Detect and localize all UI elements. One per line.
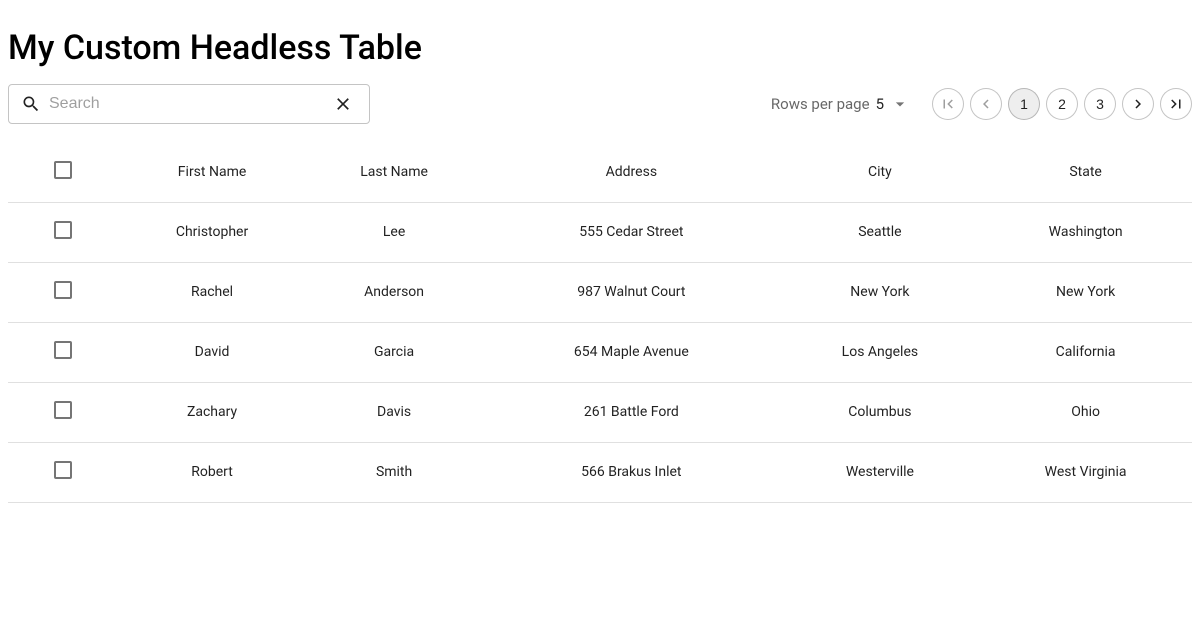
chevron-right-icon: [1129, 95, 1147, 113]
search-field[interactable]: [8, 84, 370, 124]
first-page-button[interactable]: [932, 88, 964, 120]
column-header-first-name[interactable]: First Name: [118, 142, 306, 202]
page-button-2[interactable]: 2: [1046, 88, 1078, 120]
cell-city: Columbus: [781, 382, 980, 442]
cell-last-name: Smith: [306, 442, 482, 502]
cell-address: 654 Maple Avenue: [482, 322, 780, 382]
rows-per-page-select[interactable]: 5: [876, 94, 910, 114]
cell-city: Westerville: [781, 442, 980, 502]
row-checkbox[interactable]: [54, 401, 72, 419]
pager-buttons: 1 2 3: [932, 88, 1192, 120]
close-icon: [333, 94, 353, 114]
page-button-3[interactable]: 3: [1084, 88, 1116, 120]
table-row: Christopher Lee 555 Cedar Street Seattle…: [8, 202, 1192, 262]
table-header-row: First Name Last Name Address City State: [8, 142, 1192, 202]
table-row: Rachel Anderson 987 Walnut Court New Yor…: [8, 262, 1192, 322]
select-all-checkbox[interactable]: [54, 161, 72, 179]
cell-first-name: Zachary: [118, 382, 306, 442]
cell-state: California: [979, 322, 1192, 382]
cell-last-name: Lee: [306, 202, 482, 262]
row-checkbox[interactable]: [54, 341, 72, 359]
data-table: First Name Last Name Address City State …: [8, 142, 1192, 503]
cell-address: 566 Brakus Inlet: [482, 442, 780, 502]
last-page-button[interactable]: [1160, 88, 1192, 120]
clear-search-button[interactable]: [329, 90, 357, 118]
cell-state: New York: [979, 262, 1192, 322]
next-page-button[interactable]: [1122, 88, 1154, 120]
page-title: My Custom Headless Table: [8, 28, 1192, 68]
cell-city: Seattle: [781, 202, 980, 262]
rows-per-page-label: Rows per page: [771, 95, 870, 113]
column-header-address[interactable]: Address: [482, 142, 780, 202]
select-all-header: [8, 142, 118, 202]
rows-per-page-value: 5: [876, 95, 884, 113]
cell-last-name: Anderson: [306, 262, 482, 322]
column-header-city[interactable]: City: [781, 142, 980, 202]
table-row: David Garcia 654 Maple Avenue Los Angele…: [8, 322, 1192, 382]
cell-city: New York: [781, 262, 980, 322]
search-input[interactable]: [41, 95, 329, 113]
cell-last-name: Davis: [306, 382, 482, 442]
last-page-icon: [1167, 95, 1185, 113]
cell-address: 555 Cedar Street: [482, 202, 780, 262]
cell-address: 261 Battle Ford: [482, 382, 780, 442]
row-checkbox[interactable]: [54, 221, 72, 239]
first-page-icon: [939, 95, 957, 113]
cell-city: Los Angeles: [781, 322, 980, 382]
table-row: Robert Smith 566 Brakus Inlet Westervill…: [8, 442, 1192, 502]
row-checkbox[interactable]: [54, 461, 72, 479]
cell-address: 987 Walnut Court: [482, 262, 780, 322]
toolbar: Rows per page 5 1 2 3: [8, 84, 1192, 124]
cell-first-name: Rachel: [118, 262, 306, 322]
column-header-last-name[interactable]: Last Name: [306, 142, 482, 202]
cell-first-name: David: [118, 322, 306, 382]
table-row: Zachary Davis 261 Battle Ford Columbus O…: [8, 382, 1192, 442]
cell-first-name: Christopher: [118, 202, 306, 262]
search-icon: [21, 94, 41, 114]
cell-first-name: Robert: [118, 442, 306, 502]
column-header-state[interactable]: State: [979, 142, 1192, 202]
page-button-1[interactable]: 1: [1008, 88, 1040, 120]
row-checkbox[interactable]: [54, 281, 72, 299]
cell-state: Washington: [979, 202, 1192, 262]
chevron-left-icon: [977, 95, 995, 113]
cell-last-name: Garcia: [306, 322, 482, 382]
cell-state: West Virginia: [979, 442, 1192, 502]
rows-per-page: Rows per page 5: [771, 94, 910, 114]
cell-state: Ohio: [979, 382, 1192, 442]
prev-page-button[interactable]: [970, 88, 1002, 120]
pagination-bar: Rows per page 5 1 2 3: [771, 88, 1192, 120]
chevron-down-icon: [890, 94, 910, 114]
